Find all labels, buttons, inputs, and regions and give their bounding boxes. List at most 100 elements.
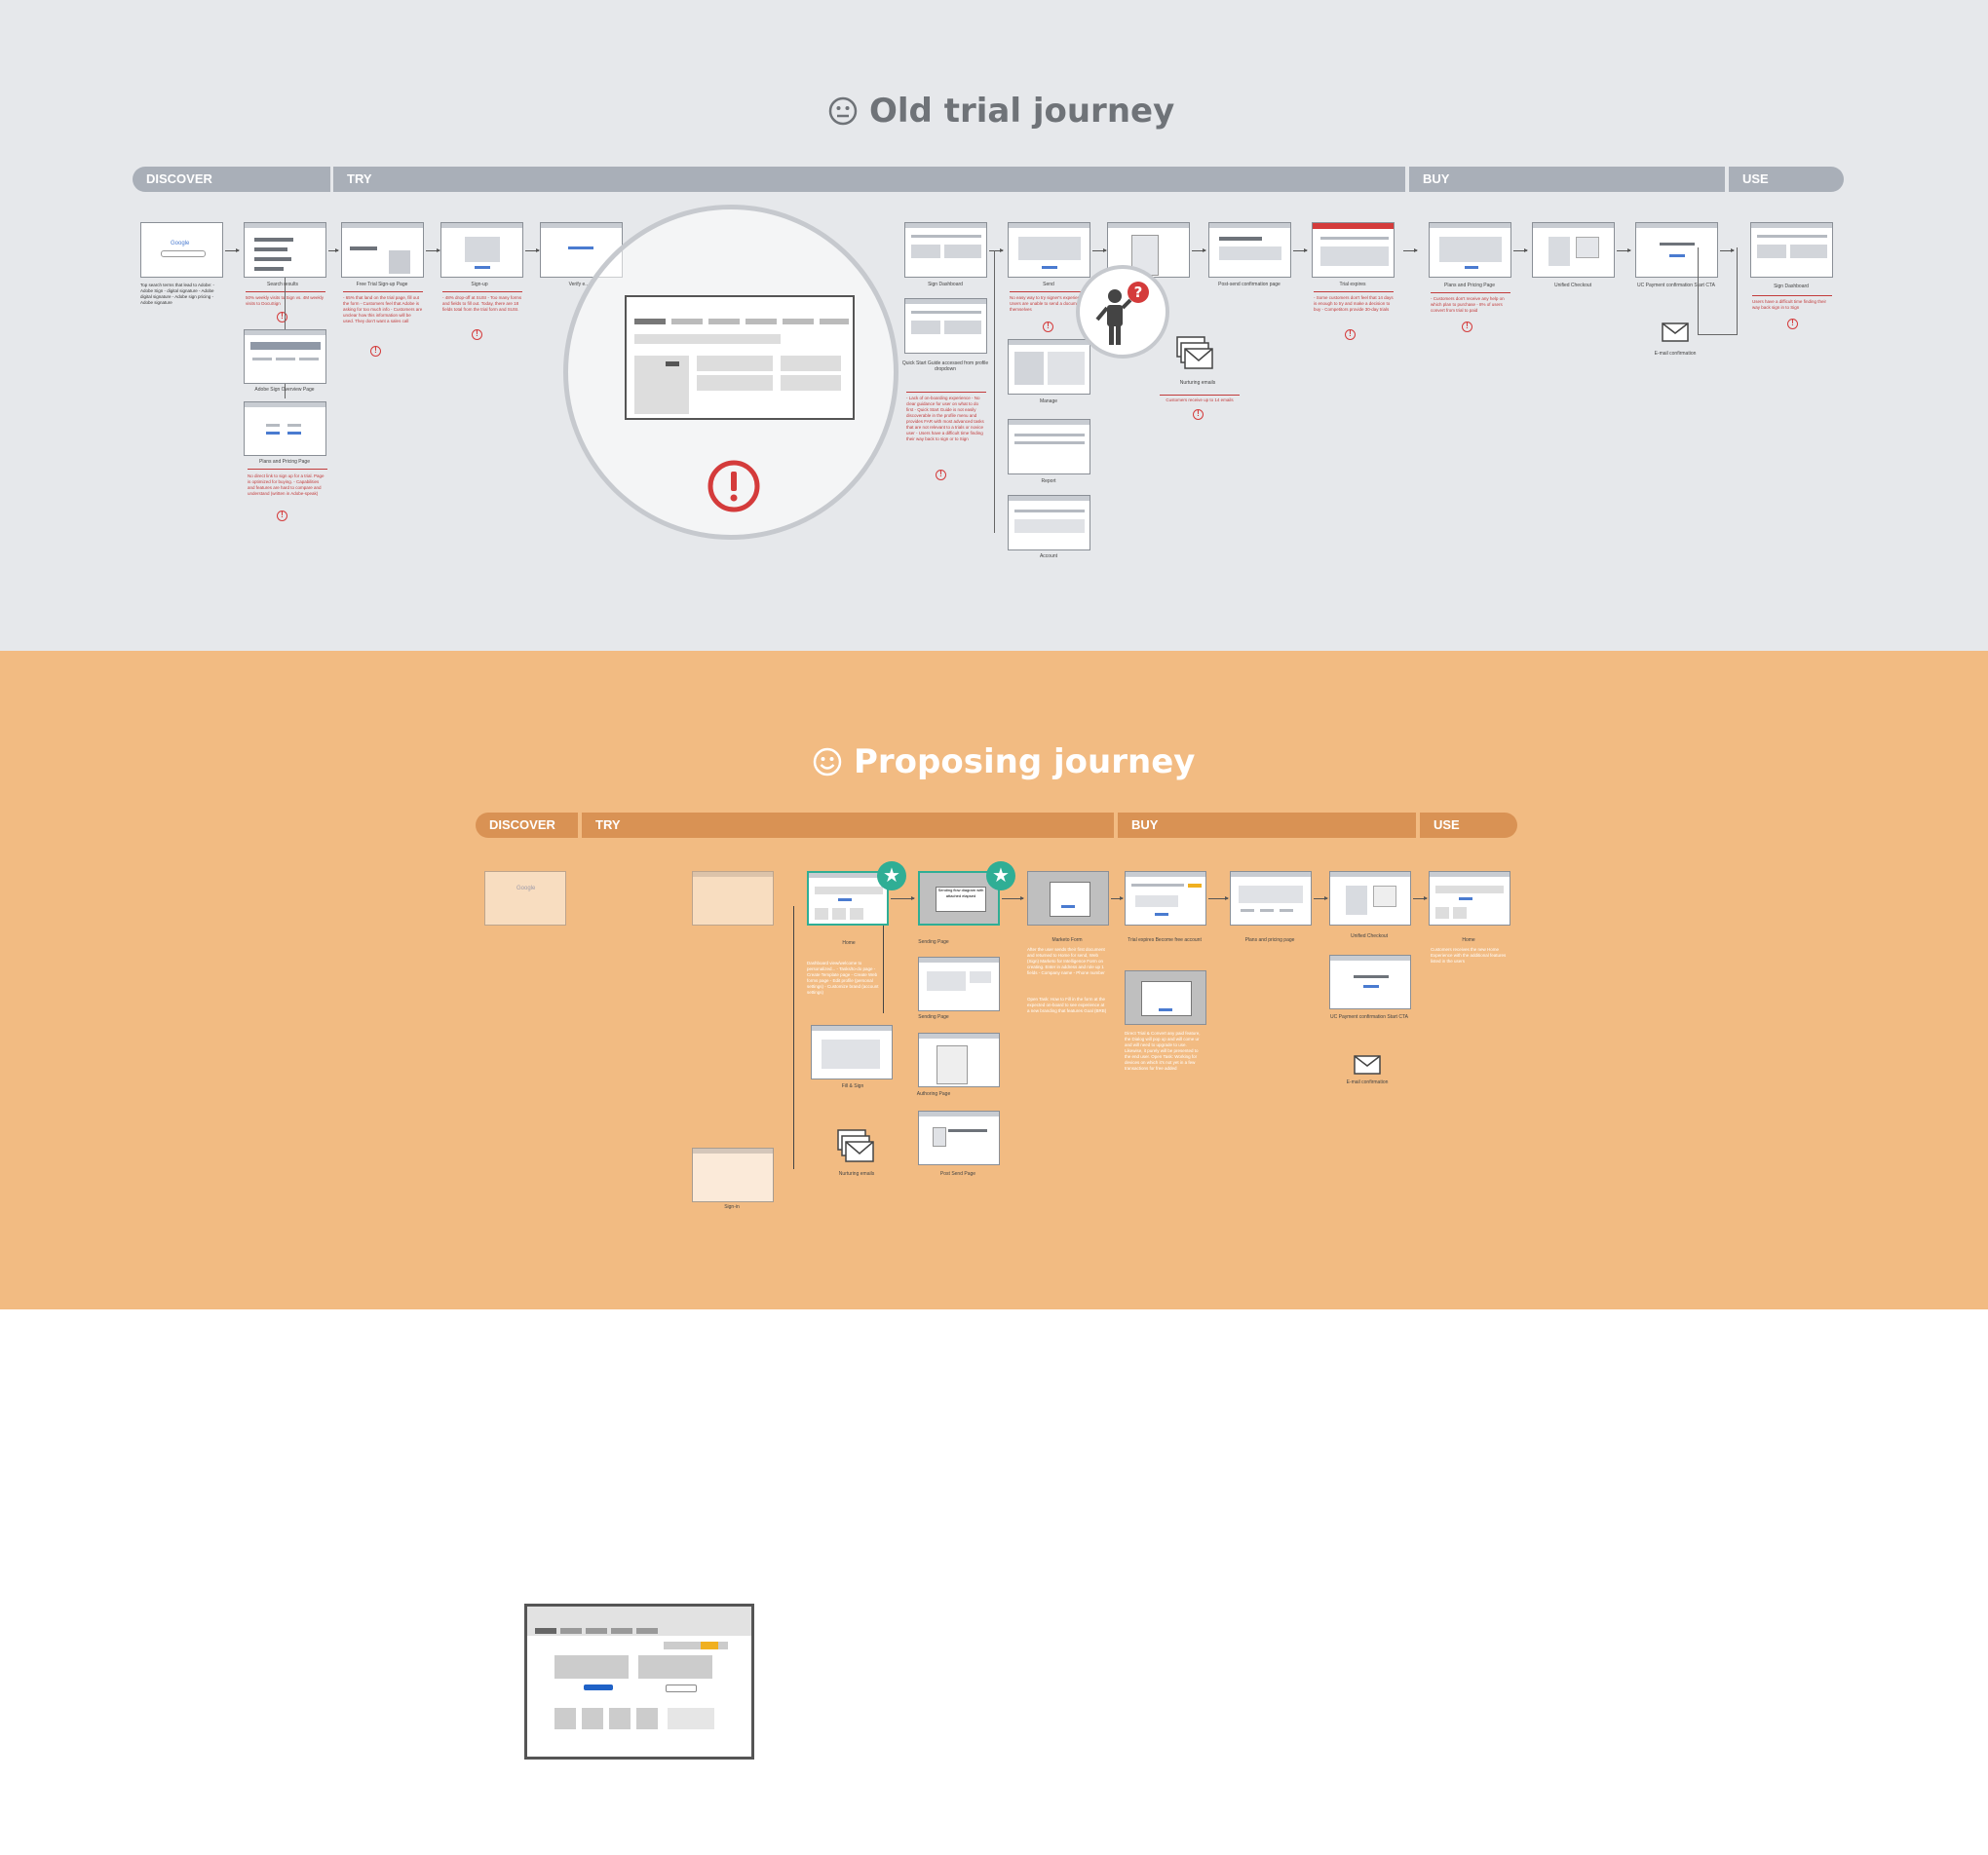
flow-arrow [891,896,915,900]
label-payment: UC Payment confirmation Start CTA [1330,1014,1408,1020]
flow-arrow [1092,248,1107,252]
warning-icon: ! [1043,322,1053,332]
wireframe-plans-pricing-buy [1429,222,1511,278]
phase-use: USE [1729,167,1844,192]
phase-try: TRY [582,813,1114,838]
email-stack-icon [1176,336,1213,369]
phase-discover: DISCOVER [133,167,330,192]
warning-icon: ! [1345,329,1356,340]
label-send: Send [1043,282,1054,287]
label-post-send: Post Send Page [939,1171,976,1177]
label-payment: UC Payment confirmation Start CTA [1637,283,1715,288]
label-sending-page: Sending Page [918,939,949,945]
note-home: Dashboard view/welcome to personalized..… [807,961,879,995]
note-search: 50% weekly visits to Sign vs. 4M weekly … [246,295,325,306]
wireframe-payment-confirmation [1329,955,1411,1009]
label-sign-dashboard: Sign Dashboard [928,282,963,287]
wireframe-account [1008,495,1090,550]
new-journey-section: Proposing journey DISCOVER TRY BUY USE G… [0,651,1988,1855]
happy-face-icon [813,747,842,776]
wireframe-sign-up [440,222,523,278]
flow-arrow [1293,248,1308,252]
label-account: Account [1039,553,1058,559]
wireframe-upgrade-dialog [1125,970,1206,1025]
label-home-use: Home [1462,937,1475,943]
wireframe-fill-sign [811,1025,893,1079]
flow-arrow [225,248,240,252]
warning-icon: ! [1462,322,1472,332]
label-signin: Sign-in [724,1204,740,1210]
wireframe-payment-confirmation [1635,222,1718,278]
label-quick-start: Quick Start Guide accessed from profile … [901,360,989,372]
flow-arrow [1111,896,1124,900]
wireframe-manage [1008,339,1090,395]
wireframe-marketo-form [1027,871,1109,926]
wireframe-trial-expires [1125,871,1206,926]
zoom-callout-dashboard [563,205,898,540]
wireframe-home-use [1429,871,1510,926]
label-trial-expires: Trial expires Become free account [1128,937,1202,943]
flow-arrow [1720,248,1735,252]
phase-buy: BUY [1409,167,1725,192]
label-signup: Sign-up [471,282,488,287]
label-sending-page-2: Sending Page [918,1014,949,1020]
wireframe-faded [692,871,774,926]
wireframe-sign-dashboard-use [1750,222,1833,278]
label-marketo: Marketo Form [1051,937,1083,943]
star-icon: ★ [877,861,906,890]
flow-arrow [1208,896,1229,900]
label-manage: Manage [1039,398,1058,404]
wireframe-plans-pricing-discover [244,401,326,456]
flow-arrow [328,248,339,252]
note-marketo: After the user sends their first documen… [1027,947,1105,975]
note-trial-expires: - Some customers don't feel that 14 days… [1314,295,1394,312]
note-nurturing: Customers receive up to 14 emails [1166,398,1234,402]
label-fill-sign: Fill & Sign [841,1083,864,1089]
wireframe-google-search: Google [484,871,566,926]
label-search-results: Search results [267,282,298,287]
label-email-confirm: E-mail confirmation [1654,351,1697,357]
phase-discover: DISCOVER [476,813,578,838]
warning-icon: ! [370,346,381,357]
phase-use: USE [1420,813,1517,838]
wireframe-signin [692,1148,774,1202]
label-plans: Plans and Pricing Page [1444,283,1495,288]
wireframe-quick-start [904,298,987,354]
note-use: Users have a difficult time finding thei… [1752,299,1826,310]
note-plans: No direct link to sign up for a trial. P… [248,473,325,496]
warning-icon: ! [1193,409,1204,420]
warning-icon: ! [1787,319,1798,329]
neutral-face-icon [828,96,858,126]
note-signup: - 48% drop-off at SUSI - Too many forms … [442,295,522,312]
flow-arrow [1413,896,1428,900]
label-plans: Plans and pricing page [1244,937,1295,943]
flow-arrow [1617,248,1631,252]
wireframe-free-trial [341,222,424,278]
new-journey-title: Proposing journey [813,742,1195,781]
warning-icon: ! [472,329,482,340]
wireframe-post-send [918,1111,1000,1165]
old-journey-title: Old trial journey [828,92,1174,131]
wireframe-plans-pricing [1230,871,1312,926]
wireframe-authoring [918,1033,1000,1087]
note-marketo-2: Open Task: How to Fill in the form at th… [1027,997,1107,1013]
zoomed-home-wireframe [524,1604,754,1760]
email-stack-icon [837,1129,874,1162]
wireframe-adobe-sign-overview [244,329,326,384]
phase-try: TRY [333,167,1405,192]
flow-arrow [1192,248,1206,252]
note-trial: Direct Trial & Convert any paid feature,… [1125,1031,1201,1071]
label-dashboard-use: Sign Dashboard [1774,284,1809,289]
label-nurturing: Nurturing emails [1179,380,1216,386]
flow-arrow [1314,896,1328,900]
svg-text:?: ? [1134,284,1143,301]
label-nurturing: Nurturing emails [838,1171,875,1177]
label-home: Home [842,940,856,946]
flow-arrow [525,248,540,252]
flow-arrow [426,248,440,252]
label-free-trial: Free Trial Sign-up Page [356,282,408,287]
label-email-confirm: E-mail confirmation [1346,1079,1389,1085]
wireframe-search-results [244,222,326,278]
zoomed-dashboard-wireframe [625,295,855,420]
label-unified-checkout: Unified Checkout [1350,933,1389,939]
